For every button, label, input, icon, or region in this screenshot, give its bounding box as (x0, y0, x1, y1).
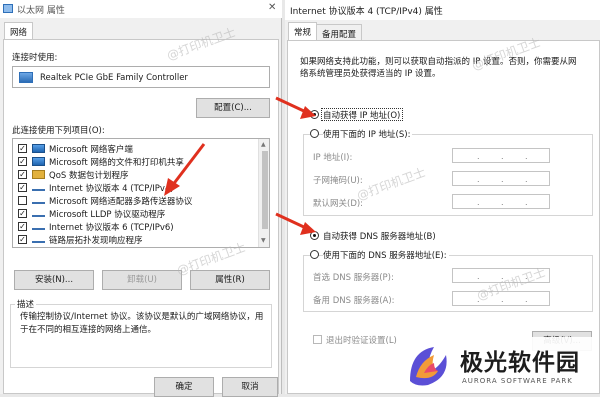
protocol-icon (32, 228, 45, 230)
item-label: QoS 数据包计划程序 (49, 171, 129, 181)
left-dialog-title: 以太网 属性 (17, 6, 65, 16)
items-scrollbar[interactable]: ▲ ▼ (258, 139, 269, 247)
items-list: ✓ Microsoft 网络客户端 ✓ Microsoft 网络的文件和打印机共… (12, 138, 270, 248)
list-item[interactable]: ✓ Internet 协议版本 6 (TCP/IPv6) (13, 220, 257, 233)
aurora-logo-icon (410, 347, 447, 386)
scroll-thumb[interactable] (262, 151, 268, 229)
list-item[interactable]: Microsoft 网络适配器多路传送器协议 (13, 194, 257, 207)
item-label: Microsoft 网络客户端 (49, 145, 133, 155)
network-adapter-icon (19, 72, 33, 83)
item-label: Internet 协议版本 6 (TCP/IPv6) (49, 223, 174, 233)
tab-alternate-config[interactable]: 备用配置 (316, 24, 363, 40)
ok-button[interactable]: 确定 (154, 377, 214, 397)
left-titlebar: 以太网 属性 ✕ (0, 0, 282, 18)
left-tab-panel: 连接时使用: Realtek PCIe GbE Family Controlle… (3, 39, 279, 394)
uninstall-button: 卸载(U) (102, 270, 182, 290)
network-icon (3, 4, 13, 13)
protocol-icon (32, 241, 45, 243)
list-item[interactable]: ✓ QoS 数据包计划程序 (13, 168, 257, 181)
list-item[interactable]: ✓ Microsoft 网络客户端 (13, 142, 257, 155)
item-checkbox[interactable]: ✓ (18, 235, 27, 244)
adapter-name: Realtek PCIe GbE Family Controller (40, 73, 188, 83)
item-checkbox[interactable]: ✓ (18, 183, 27, 192)
tab-general[interactable]: 常规 (288, 22, 318, 40)
connect-using-label: 连接时使用: (12, 53, 58, 63)
client-icon (32, 144, 45, 153)
item-checkbox[interactable]: ✓ (18, 209, 27, 218)
item-checkbox[interactable]: ✓ (18, 222, 27, 231)
arrow-to-ipv4-item (164, 143, 206, 196)
list-item[interactable]: ✓ 链路层拓扑发现响应程序 (13, 233, 257, 246)
qos-icon (32, 170, 45, 179)
protocol-icon (32, 202, 45, 204)
item-checkbox[interactable]: ✓ (18, 144, 27, 153)
item-label: Microsoft LLDP 协议驱动程序 (49, 210, 166, 220)
gateway-label: 默认网关(D): (313, 199, 364, 209)
aurora-logo: 极光软件园 AURORA SOFTWARE PARK (398, 337, 598, 392)
list-item[interactable]: ✓ Microsoft LLDP 协议驱动程序 (13, 207, 257, 220)
install-button[interactable]: 安装(N)... (14, 270, 94, 290)
scroll-up-icon[interactable]: ▲ (261, 141, 266, 148)
adapter-box: Realtek PCIe GbE Family Controller (12, 66, 270, 88)
ip-address-field: ... (452, 148, 550, 163)
description-label: 描述 (15, 298, 37, 310)
ethernet-properties-dialog: 以太网 属性 ✕ 网络 连接时使用: Realtek PCIe GbE Fami… (0, 0, 282, 397)
description-text-line-1: 传输控制协议/Internet 协议。该协议是默认的广域网络协议，用 (20, 312, 264, 322)
protocol-icon (32, 189, 45, 191)
arrow-to-auto-ip (275, 96, 316, 119)
items-label: 此连接使用下列项目(O): (12, 126, 105, 136)
configure-button[interactable]: 配置(C)... (196, 98, 270, 118)
item-label: 链路层拓扑发现响应程序 (49, 236, 143, 246)
item-checkbox[interactable]: ✓ (18, 157, 27, 166)
manual-dns-radio[interactable] (310, 250, 319, 259)
auto-dns-label[interactable]: 自动获得 DNS 服务器地址(B) (323, 230, 436, 242)
validate-label: 退出时验证设置(L) (326, 336, 397, 346)
ipv4-properties-dialog: Internet 协议版本 4 (TCP/IPv4) 属性 常规 备用配置 如果… (285, 0, 600, 394)
right-dialog-title: Internet 协议版本 4 (TCP/IPv4) 属性 (290, 7, 443, 17)
item-checkbox[interactable]: ✓ (18, 170, 27, 179)
alternate-dns-label: 备用 DNS 服务器(A): (313, 296, 395, 306)
item-checkbox[interactable] (18, 196, 27, 205)
manual-ip-radio[interactable] (310, 129, 319, 138)
right-titlebar: Internet 协议版本 4 (TCP/IPv4) 属性 (285, 0, 600, 20)
intro-text-line-1: 如果网络支持此功能，则可以获取自动指派的 IP 设置。否则，你需要从网 (300, 57, 577, 67)
logo-name: 极光软件园 (460, 350, 580, 376)
subnet-field: ... (452, 171, 550, 186)
list-item[interactable]: ✓ Microsoft 网络的文件和打印机共享 (13, 155, 257, 168)
cancel-button[interactable]: 取消 (222, 377, 278, 397)
tab-network[interactable]: 网络 (4, 22, 34, 40)
list-item[interactable]: ✓ Internet 协议版本 4 (TCP/IPv4) (13, 181, 257, 194)
description-text-line-2: 于在不同的相互连接的网络上通信。 (20, 325, 157, 335)
manual-ip-label[interactable]: 使用下面的 IP 地址(S): (323, 128, 413, 140)
protocol-icon (32, 215, 45, 217)
subnet-label: 子网掩码(U): (313, 176, 363, 186)
auto-ip-label[interactable]: 自动获得 IP 地址(O) (323, 109, 400, 121)
manual-dns-label[interactable]: 使用下面的 DNS 服务器地址(E): (323, 249, 449, 261)
validate-checkbox[interactable] (313, 335, 322, 344)
item-label: Internet 协议版本 4 (TCP/IPv4) (49, 184, 174, 194)
arrow-to-auto-dns (275, 212, 316, 235)
properties-button[interactable]: 属性(R) (190, 270, 270, 290)
intro-text-line-2: 络系统管理员处获得适当的 IP 设置。 (300, 69, 441, 79)
close-icon[interactable]: ✕ (268, 2, 276, 13)
service-icon (32, 157, 45, 166)
ip-address-label: IP 地址(I): (313, 153, 353, 163)
scroll-down-icon[interactable]: ▼ (261, 237, 266, 244)
gateway-field: ... (452, 194, 550, 209)
preferred-dns-label: 首选 DNS 服务器(P): (313, 273, 394, 283)
logo-subtitle: AURORA SOFTWARE PARK (462, 377, 573, 385)
